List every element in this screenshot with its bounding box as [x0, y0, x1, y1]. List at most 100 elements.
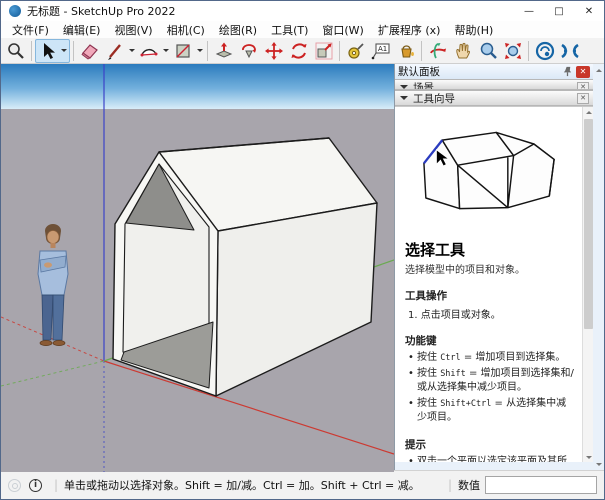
arc-icon: [139, 41, 159, 61]
measurements-label: 数值: [458, 477, 480, 493]
warehouse-button[interactable]: [532, 39, 557, 63]
menu-bar: 文件(F) 编辑(E) 视图(V) 相机(C) 绘图(R) 工具(T) 窗口(W…: [1, 21, 604, 38]
push-pull-icon: [214, 41, 234, 61]
instructor-description: 选择模型中的项目和对象。: [405, 261, 576, 276]
minimize-button[interactable]: —: [514, 1, 544, 21]
menu-window[interactable]: 窗口(W): [315, 21, 370, 39]
scrollbar-thumb[interactable]: [584, 119, 593, 329]
tips-header: 提示: [405, 437, 576, 452]
arc-tool-button[interactable]: [136, 39, 161, 63]
move-tool-button[interactable]: [261, 39, 286, 63]
3d-warehouse-icon: [535, 41, 555, 61]
trimble-connect-button[interactable]: [557, 39, 582, 63]
search-tool-button[interactable]: [3, 39, 28, 63]
select-tool-button[interactable]: [37, 39, 59, 63]
operation-header: 工具操作: [405, 288, 576, 303]
menu-camera[interactable]: 相机(C): [160, 21, 212, 39]
section-close-icon[interactable]: ✕: [577, 93, 589, 104]
pin-icon[interactable]: [562, 66, 573, 77]
tray-scroll-up-arrow[interactable]: [593, 65, 604, 75]
instructor-panel: 选择工具 选择模型中的项目和对象。 工具操作 1. 点击项目或对象。 功能键 按…: [395, 106, 593, 462]
instructor-scrollbar[interactable]: [582, 107, 593, 462]
eraser-icon: [80, 41, 100, 61]
modifier-list: 按住 Ctrl = 增加项目到选择集。 按住 Shift = 增加项目到选择集和…: [407, 351, 576, 425]
tip-item: 双击一个平面以选定该平面及其所有边线。: [407, 455, 576, 462]
menu-file[interactable]: 文件(F): [5, 21, 56, 39]
shapes-tool-button[interactable]: [170, 39, 195, 63]
tape-measure-tool-button[interactable]: [343, 39, 368, 63]
eraser-tool-button[interactable]: [77, 39, 102, 63]
svg-text:A1: A1: [378, 45, 387, 53]
shapes-dropdown-arrow[interactable]: [195, 39, 204, 63]
default-tray: 默认面板 ✕ 场景 ✕ 工具向导 ✕: [394, 64, 604, 470]
scale-icon: [314, 41, 334, 61]
info-icon[interactable]: i: [29, 479, 42, 492]
menu-extensions[interactable]: 扩展程序 (x): [371, 21, 448, 39]
operation-step: 1. 点击项目或对象。: [408, 306, 576, 321]
select-dropdown-arrow[interactable]: [59, 39, 68, 63]
pan-tool-button[interactable]: [450, 39, 475, 63]
tray-scroll-down-arrow[interactable]: [593, 459, 604, 469]
search-icon: [6, 41, 25, 60]
modifier-item: 按住 Shift = 增加项目到选择集和/或从选择集中减少项目。: [407, 367, 576, 395]
paint-bucket-tool-button[interactable]: [393, 39, 418, 63]
tray-title: 默认面板: [398, 64, 562, 79]
divider: |: [448, 478, 452, 492]
instructor-title: 选择工具: [405, 239, 576, 260]
tray-scrollbar[interactable]: [593, 64, 604, 470]
rotate-tool-button[interactable]: [286, 39, 311, 63]
zoom-tool-button[interactable]: [475, 39, 500, 63]
status-hint: 单击或拖动以选择对象。Shift = 加/减。Ctrl = 加。Shift + …: [64, 477, 420, 493]
trimble-connect-icon: [559, 41, 581, 61]
select-arrow-icon: [39, 42, 57, 60]
panel-section-instructor[interactable]: 工具向导 ✕: [395, 90, 593, 106]
follow-me-tool-button[interactable]: [236, 39, 261, 63]
paint-bucket-icon: [396, 41, 416, 61]
text-icon: A1: [370, 41, 391, 61]
orbit-tool-button[interactable]: [425, 39, 450, 63]
sketchup-window: 无标题 - SketchUp Pro 2022 — □ ✕ 文件(F) 编辑(E…: [0, 0, 605, 500]
pencil-icon: [105, 41, 125, 61]
text-tool-button[interactable]: A1: [368, 39, 393, 63]
line-tool-button[interactable]: [102, 39, 127, 63]
tips-list: 双击一个平面以选定该平面及其所有边线。 双击一条边线以选定该边线及与其共享的平面…: [407, 455, 576, 462]
measurements-input[interactable]: [485, 476, 597, 494]
geolocation-icon[interactable]: [8, 479, 21, 492]
move-icon: [264, 41, 284, 61]
rotate-icon: [289, 41, 309, 61]
rectangle-icon: [173, 41, 193, 61]
modifier-item: 按住 Shift+Ctrl = 从选择集中减少项目。: [407, 397, 576, 425]
getting-started-toolbar: A1: [1, 38, 604, 64]
arc-dropdown-arrow[interactable]: [161, 39, 170, 63]
sketchup-logo-icon: [9, 5, 21, 17]
follow-me-icon: [239, 41, 259, 61]
scale-tool-button[interactable]: [311, 39, 336, 63]
window-title: 无标题 - SketchUp Pro 2022: [27, 3, 176, 19]
sky: [1, 64, 394, 109]
section-close-icon[interactable]: ✕: [577, 82, 589, 90]
close-button[interactable]: ✕: [574, 1, 604, 21]
tray-close-button[interactable]: ✕: [576, 66, 590, 78]
zoom-extents-tool-button[interactable]: [500, 39, 525, 63]
tray-bottom-strip: [395, 462, 593, 470]
modeling-viewport[interactable]: [1, 64, 394, 470]
collapse-triangle-icon: [400, 96, 408, 104]
menu-tools[interactable]: 工具(T): [264, 21, 315, 39]
zoom-extents-icon: [503, 41, 523, 61]
menu-view[interactable]: 视图(V): [107, 21, 159, 39]
menu-edit[interactable]: 编辑(E): [56, 21, 108, 39]
tape-measure-icon: [346, 41, 366, 61]
pan-hand-icon: [453, 41, 473, 61]
menu-draw[interactable]: 绘图(R): [212, 21, 264, 39]
push-pull-tool-button[interactable]: [211, 39, 236, 63]
modifier-item: 按住 Ctrl = 增加项目到选择集。: [407, 351, 576, 365]
maximize-button[interactable]: □: [544, 1, 574, 21]
title-bar: 无标题 - SketchUp Pro 2022 — □ ✕: [1, 1, 604, 21]
tray-header: 默认面板 ✕: [395, 64, 593, 79]
divider: |: [54, 478, 58, 492]
line-dropdown-arrow[interactable]: [127, 39, 136, 63]
instructor-content: 选择工具 选择模型中的项目和对象。 工具操作 1. 点击项目或对象。 功能键 按…: [395, 107, 582, 462]
menu-help[interactable]: 帮助(H): [447, 21, 500, 39]
zoom-icon: [478, 41, 498, 61]
panel-section-scenes[interactable]: 场景 ✕: [395, 79, 593, 90]
